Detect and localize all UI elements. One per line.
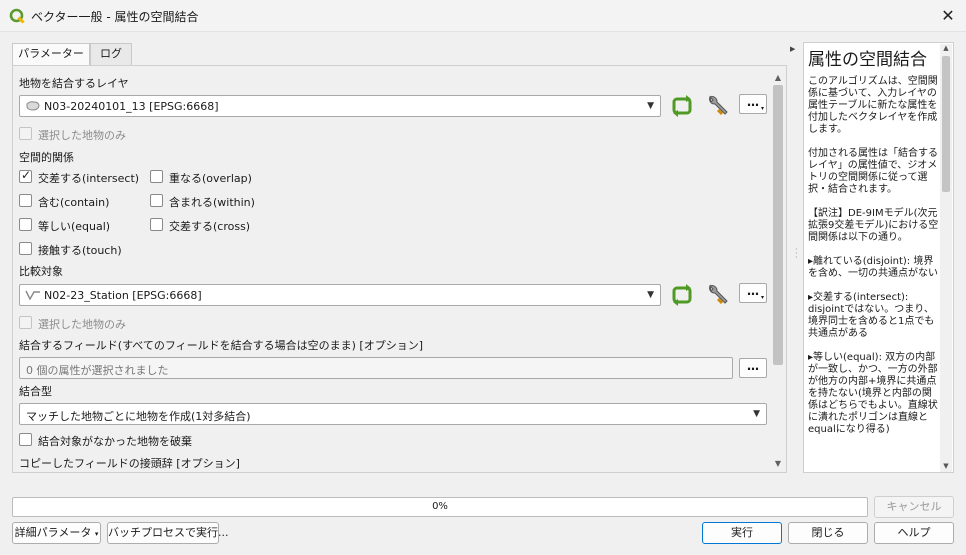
input-layer-combo[interactable]: N03-20240101_13 [EPSG:6668] ▼ bbox=[19, 95, 661, 117]
input-layer-label: 地物を結合するレイヤ bbox=[19, 77, 129, 90]
help-scrollbar[interactable]: ▲ ▼ bbox=[940, 44, 952, 472]
checkbox-box bbox=[19, 218, 32, 231]
collapse-help-icon[interactable]: ▶ bbox=[790, 45, 795, 53]
scroll-up-icon[interactable]: ▲ bbox=[771, 72, 785, 84]
qgis-logo-icon bbox=[9, 8, 25, 24]
join-layer-options-button[interactable]: … ▾ bbox=[739, 283, 767, 303]
check-icon: ✓ bbox=[21, 168, 32, 182]
help-paragraph: 【訳注】DE-9IMモデル(次元拡張9交差モデル)における空間関係は以下の通り。 bbox=[808, 208, 939, 243]
checkbox-label: 選択した地物のみ bbox=[38, 129, 126, 142]
join-type-value: マッチした地物ごとに地物を作成(1対多結合) bbox=[26, 410, 251, 423]
input-layer-value: N03-20240101_13 [EPSG:6668] bbox=[44, 100, 219, 113]
checkbox-label: 等しい(equal) bbox=[38, 220, 111, 233]
checkbox-label: 結合対象がなかった地物を破棄 bbox=[38, 435, 192, 448]
help-paragraph: 付加される属性は「結合するレイヤ」の属性値で、ジオメトリの空間関係に従って選択・… bbox=[808, 148, 938, 195]
help-title: 属性の空間結合 bbox=[808, 50, 927, 70]
fields-selector[interactable]: 0 個の属性が選択されました bbox=[19, 357, 733, 379]
tab-log[interactable]: ログ bbox=[90, 43, 132, 65]
parameters-panel: 地物を結合するレイヤ N03-20240101_13 [EPSG:6668] ▼… bbox=[12, 65, 787, 473]
checkbox-box bbox=[150, 194, 163, 207]
checkbox-box bbox=[150, 218, 163, 231]
fields-options-button[interactable]: … bbox=[739, 358, 767, 378]
help-body: このアルゴリズムは、空間関係に基づいて、入力レイヤの属性テーブルに新たな属性を付… bbox=[808, 76, 941, 448]
title-bar: ベクター一般 - 属性の空間結合 ✕ bbox=[0, 0, 966, 32]
dropdown-arrow-icon: ▾ bbox=[760, 105, 764, 112]
splitter-handle[interactable]: · · · bbox=[795, 246, 798, 262]
checkbox-label: 含まれる(within) bbox=[169, 196, 255, 209]
advanced-parameters-button[interactable]: 詳細パラメータ ▾ bbox=[12, 522, 101, 544]
help-paragraph: ▸等しい(equal): 双方の内部が一致し、かつ、一方の外部が他方の内部+境界… bbox=[808, 352, 938, 435]
checkbox-label: 重なる(overlap) bbox=[169, 172, 252, 185]
progress-text: 0% bbox=[432, 501, 448, 512]
chevron-down-icon: ▼ bbox=[647, 101, 654, 111]
dots-label: … bbox=[747, 284, 759, 298]
window-title: ベクター一般 - 属性の空間結合 bbox=[31, 10, 199, 24]
chevron-down-icon: ▼ bbox=[753, 409, 760, 419]
polygon-layer-icon bbox=[26, 101, 40, 111]
join-layer-value: N02-23_Station [EPSG:6668] bbox=[44, 289, 202, 302]
scrollbar-thumb[interactable] bbox=[942, 56, 950, 192]
advanced-parameters-label: 詳細パラメータ bbox=[14, 526, 92, 539]
spatial-relation-label: 空間的関係 bbox=[19, 151, 74, 164]
dots-label: … bbox=[747, 359, 759, 373]
checkbox-label: 交差する(intersect) bbox=[38, 172, 140, 185]
wrench-icon[interactable] bbox=[705, 283, 729, 307]
checkbox-label: 交差する(cross) bbox=[169, 220, 251, 233]
help-button[interactable]: ヘルプ bbox=[874, 522, 954, 544]
batch-process-button[interactable]: バッチプロセスで実行... bbox=[107, 522, 229, 544]
scroll-down-icon[interactable]: ▼ bbox=[940, 462, 952, 472]
checkbox-label: 含む(contain) bbox=[38, 196, 110, 209]
checkbox-box bbox=[19, 242, 32, 255]
close-button[interactable]: 閉じる bbox=[788, 522, 868, 544]
tab-parameters[interactable]: パラメーター bbox=[12, 43, 90, 66]
join-layer-combo[interactable]: N02-23_Station [EPSG:6668] ▼ bbox=[19, 284, 661, 306]
scrollbar-thumb[interactable] bbox=[773, 85, 783, 365]
wrench-icon[interactable] bbox=[705, 94, 729, 118]
progress-bar: 0% bbox=[12, 497, 868, 517]
checkbox-label: 選択した地物のみ bbox=[38, 318, 126, 331]
checkbox-box bbox=[19, 194, 32, 207]
close-window-button[interactable]: ✕ bbox=[936, 4, 960, 28]
join-type-combo[interactable]: マッチした地物ごとに地物を作成(1対多結合) ▼ bbox=[19, 403, 767, 425]
checkbox-label: 接触する(touch) bbox=[38, 244, 122, 257]
scroll-down-icon[interactable]: ▼ bbox=[771, 458, 785, 470]
scroll-up-icon[interactable]: ▲ bbox=[940, 44, 952, 54]
help-panel: 属性の空間結合 このアルゴリズムは、空間関係に基づいて、入力レイヤの属性テーブル… bbox=[803, 42, 954, 473]
line-layer-icon bbox=[25, 290, 40, 301]
cancel-button[interactable]: キャンセル bbox=[874, 496, 954, 518]
dropdown-arrow-icon: ▾ bbox=[760, 294, 764, 301]
dropdown-arrow-icon: ▾ bbox=[94, 530, 99, 538]
help-paragraph: ▸離れている(disjoint): 境界を含め、一切の共通点がない bbox=[808, 256, 938, 279]
checkbox-box bbox=[19, 127, 32, 140]
join-type-label: 結合型 bbox=[19, 385, 52, 398]
chevron-down-icon: ▼ bbox=[647, 290, 654, 300]
fields-value: 0 個の属性が選択されました bbox=[26, 364, 169, 377]
help-paragraph: ▸交差する(intersect): disjointではない。つまり、境界同士を… bbox=[808, 292, 935, 339]
checkbox-box bbox=[150, 170, 163, 183]
prefix-label: コピーしたフィールドの接頭辞 [オプション] bbox=[19, 457, 240, 470]
help-paragraph: このアルゴリズムは、空間関係に基づいて、入力レイヤの属性テーブルに新たな属性を付… bbox=[808, 76, 938, 135]
iterate-icon[interactable] bbox=[670, 283, 694, 307]
fields-label: 結合するフィールド(すべてのフィールドを結合する場合は空のまま) [オプション] bbox=[19, 339, 424, 352]
input-layer-options-button[interactable]: … ▾ bbox=[739, 94, 767, 114]
run-button[interactable]: 実行 bbox=[702, 522, 782, 544]
iterate-icon[interactable] bbox=[670, 94, 694, 118]
checkbox-box bbox=[19, 316, 32, 329]
parameters-scrollbar[interactable]: ▲ ▼ bbox=[771, 72, 785, 470]
checkbox-box bbox=[19, 433, 32, 446]
dots-label: … bbox=[747, 95, 759, 109]
join-layer-label: 比較対象 bbox=[19, 265, 63, 278]
checkbox-box: ✓ bbox=[19, 168, 32, 183]
